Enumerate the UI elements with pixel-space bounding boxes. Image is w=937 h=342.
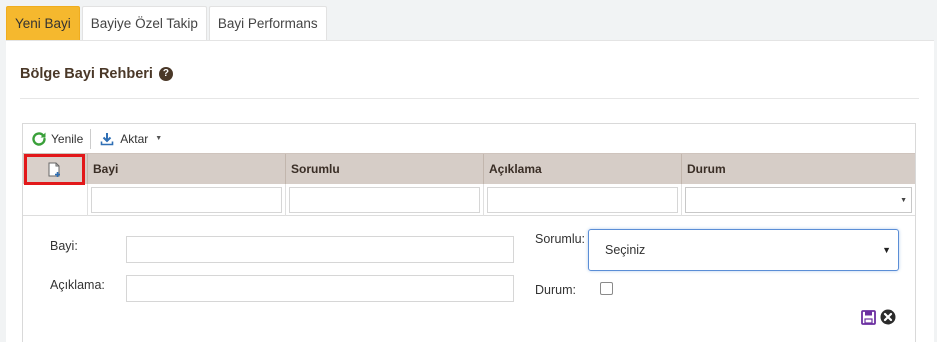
export-button[interactable]: Aktar ▼ xyxy=(94,128,166,150)
filter-cell-durum: ▼ xyxy=(681,184,915,216)
sorumlu-label: Sorumlu: xyxy=(535,232,586,246)
tab-bayi-performans[interactable]: Bayi Performans xyxy=(208,6,327,41)
filter-spacer xyxy=(23,184,87,216)
chevron-down-icon: ▼ xyxy=(900,197,907,204)
durum-label: Durum: xyxy=(535,283,576,297)
filter-cell-bayi xyxy=(87,184,285,216)
add-column-header xyxy=(23,154,87,185)
refresh-button[interactable]: Yenile xyxy=(27,128,87,150)
help-icon[interactable]: ? xyxy=(158,67,173,81)
grid-toolbar: Yenile Aktar ▼ xyxy=(23,124,915,153)
tab-bayiye-ozel-takip[interactable]: Bayiye Özel Takip xyxy=(81,6,207,41)
filter-cell-sorumlu xyxy=(285,184,483,216)
filter-aciklama-input[interactable] xyxy=(487,187,678,213)
caret-down-icon: ▼ xyxy=(155,135,163,142)
column-header-bayi[interactable]: Bayi xyxy=(87,154,285,184)
content-panel: Bölge Bayi Rehberi ? Yenile Aktar ▼ Bayi… xyxy=(6,40,934,342)
dealer-grid: Yenile Aktar ▼ Bayi Sorumlu Açıklama Dur… xyxy=(22,123,916,342)
bayi-label: Bayi: xyxy=(50,239,78,253)
chevron-down-icon: ▼ xyxy=(882,245,891,255)
grid-header-row: Bayi Sorumlu Açıklama Durum xyxy=(23,153,915,185)
aciklama-label: Açıklama: xyxy=(50,278,105,292)
download-icon xyxy=(100,132,114,145)
export-label: Aktar xyxy=(120,131,149,146)
refresh-icon xyxy=(32,131,46,146)
column-header-sorumlu[interactable]: Sorumlu xyxy=(285,154,483,184)
refresh-label: Yenile xyxy=(51,131,84,146)
save-icon[interactable] xyxy=(861,310,876,325)
filter-durum-select[interactable]: ▼ xyxy=(685,187,912,213)
filter-cell-aciklama xyxy=(483,184,681,216)
edit-form: Bayi: Açıklama: Sorumlu: Seçiniz ▼ Durum… xyxy=(23,216,915,342)
grid-filter-row: ▼ xyxy=(23,184,915,216)
column-header-aciklama[interactable]: Açıklama xyxy=(483,154,681,184)
tab-yeni-bayi[interactable]: Yeni Bayi xyxy=(6,6,80,41)
cancel-icon[interactable] xyxy=(880,309,896,325)
durum-checkbox[interactable] xyxy=(600,282,613,295)
filter-sorumlu-input[interactable] xyxy=(289,187,480,213)
sorumlu-select-value: Seçiniz xyxy=(605,243,646,257)
tab-bar: Yeni Bayi Bayiye Özel Takip Bayi Perform… xyxy=(6,6,329,41)
sorumlu-select[interactable]: Seçiniz ▼ xyxy=(588,229,899,271)
toolbar-separator xyxy=(90,128,92,149)
add-document-icon xyxy=(48,162,60,177)
page-title: Bölge Bayi Rehberi xyxy=(20,66,153,82)
aciklama-input[interactable] xyxy=(126,275,514,302)
page-title-wrap: Bölge Bayi Rehberi ? xyxy=(20,66,173,82)
filter-bayi-input[interactable] xyxy=(91,187,282,213)
add-record-button[interactable] xyxy=(24,154,85,185)
divider xyxy=(20,98,919,99)
bayi-input[interactable] xyxy=(126,236,514,263)
column-header-durum[interactable]: Durum xyxy=(681,154,915,184)
